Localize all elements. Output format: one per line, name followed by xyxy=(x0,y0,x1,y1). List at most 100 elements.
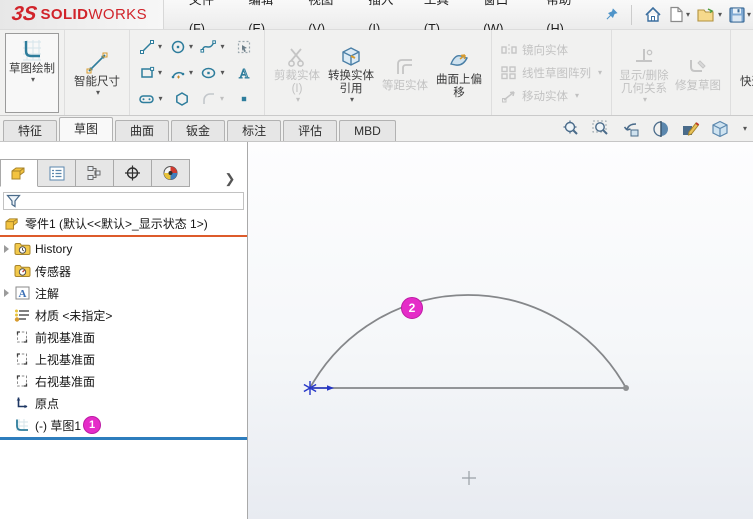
tab-evaluate[interactable]: 评估 xyxy=(283,120,338,141)
circle-tool-dropdown[interactable]: ▾ xyxy=(189,42,193,51)
spline-tool-dropdown[interactable]: ▾ xyxy=(220,42,224,51)
quick-snaps-button[interactable]: 快速捕捉 ▾ xyxy=(736,47,753,98)
display-delete-relations-dropdown[interactable]: ▾ xyxy=(643,95,647,104)
smart-dimension-icon xyxy=(85,50,109,76)
filter-funnel-icon xyxy=(6,194,21,208)
offset-on-surface-button[interactable]: 曲面上偏移 xyxy=(432,45,486,101)
feature-tree: 零件1 (默认<<默认>_显示状态 1>) History 传感器 A 注解 材… xyxy=(0,212,247,436)
panel-expand-chevron[interactable]: ❯ xyxy=(213,171,247,187)
tab-sheet-metal[interactable]: 钣金 xyxy=(171,120,226,141)
configuration-manager-tab[interactable] xyxy=(76,159,114,187)
line-tool[interactable]: ▾ xyxy=(135,34,166,60)
display-delete-relations-label: 显示/删除几何关系 xyxy=(619,69,669,95)
offset-entities-button[interactable]: 等距实体 xyxy=(378,51,432,94)
linear-pattern-button[interactable]: 线性草图阵列 ▾ xyxy=(501,65,602,81)
move-entities-dropdown[interactable]: ▾ xyxy=(575,91,579,100)
home-button[interactable] xyxy=(642,4,664,25)
convert-entities-dropdown[interactable]: ▾ xyxy=(350,95,354,104)
arc-tool-dropdown[interactable]: ▾ xyxy=(189,68,193,77)
save-button[interactable]: ▾ xyxy=(727,5,753,25)
previous-view-icon[interactable] xyxy=(622,120,641,138)
expand-arrow-icon[interactable] xyxy=(0,245,13,253)
fillet-tool[interactable]: ▾ xyxy=(197,86,228,112)
rectangle-tool[interactable]: ▾ xyxy=(135,60,166,86)
open-document-button[interactable]: ▾ xyxy=(695,5,724,25)
convert-entities-button[interactable]: 转换实体引用 ▾ xyxy=(324,41,378,105)
tab-surfaces[interactable]: 曲面 xyxy=(115,120,170,141)
rollback-bar[interactable] xyxy=(0,437,247,440)
tab-annotation[interactable]: 标注 xyxy=(227,120,282,141)
new-document-dropdown[interactable]: ▾ xyxy=(686,10,690,19)
repair-sketch-button[interactable]: 修复草图 xyxy=(671,51,725,94)
linear-pattern-label: 线性草图阵列 xyxy=(522,67,591,80)
tree-item-history[interactable]: History xyxy=(0,238,247,260)
sketch-draw-dropdown[interactable]: ▾ xyxy=(31,75,35,84)
tree-item-sketch1[interactable]: (-) 草图1 1 xyxy=(0,414,247,436)
edit-appearance-icon[interactable] xyxy=(681,120,700,138)
mirror-entities-label: 镜向实体 xyxy=(522,44,568,57)
tree-item-right-plane[interactable]: 右视基准面 xyxy=(0,370,247,392)
tree-item-sensors[interactable]: 传感器 xyxy=(0,260,247,282)
select-region-tool[interactable] xyxy=(228,34,259,60)
tree-item-top-plane[interactable]: 上视基准面 xyxy=(0,348,247,370)
new-document-button[interactable]: ▾ xyxy=(667,4,692,25)
slot-tool[interactable]: ▾ xyxy=(135,86,166,112)
point-tool[interactable] xyxy=(228,86,259,112)
text-tool[interactable]: A xyxy=(228,60,259,86)
save-dropdown[interactable]: ▾ xyxy=(747,10,751,19)
trim-entities-button[interactable]: 剪裁实体(I) ▾ xyxy=(270,41,324,105)
root-part-label: 零件1 (默认<<默认>_显示状态 1>) xyxy=(25,216,208,231)
zoom-fit-icon[interactable] xyxy=(562,120,581,138)
offset-entities-label: 等距实体 xyxy=(382,80,428,92)
ellipse-tool-dropdown[interactable]: ▾ xyxy=(220,68,224,77)
tab-mbd[interactable]: MBD xyxy=(339,120,396,141)
mirror-entities-button[interactable]: 镜向实体 xyxy=(501,42,602,58)
display-style-icon[interactable] xyxy=(711,120,730,138)
graphics-viewport[interactable]: 2 xyxy=(248,142,753,519)
tree-filter-field[interactable] xyxy=(3,192,244,210)
property-manager-tab[interactable] xyxy=(38,159,76,187)
quick-snaps-label: 快速捕捉 xyxy=(740,76,753,88)
tree-root-part[interactable]: 零件1 (默认<<默认>_显示状态 1>) xyxy=(0,212,247,234)
sensors-label: 传感器 xyxy=(35,264,72,279)
linear-pattern-dropdown[interactable]: ▾ xyxy=(598,68,602,77)
sketch-arc[interactable] xyxy=(309,294,627,389)
trim-entities-dropdown[interactable]: ▾ xyxy=(296,95,300,104)
open-document-dropdown[interactable]: ▾ xyxy=(718,10,722,19)
tab-features[interactable]: 特征 xyxy=(3,120,58,141)
tree-item-front-plane[interactable]: 前视基准面 xyxy=(0,326,247,348)
zoom-area-icon[interactable] xyxy=(592,120,611,138)
reference-plane-icon xyxy=(13,373,31,389)
pin-menu-icon[interactable] xyxy=(602,5,621,24)
tree-item-origin[interactable]: 原点 xyxy=(0,392,247,414)
arc-tool[interactable]: ▾ xyxy=(166,60,197,86)
ribbon-group-pattern: 镜向实体 线性草图阵列 ▾ 移动实体 ▾ xyxy=(492,30,613,115)
polygon-tool[interactable] xyxy=(166,86,197,112)
tab-sketch[interactable]: 草图 xyxy=(59,117,114,141)
rectangle-tool-dropdown[interactable]: ▾ xyxy=(158,68,162,77)
section-view-icon[interactable] xyxy=(652,120,670,138)
tree-item-material[interactable]: 材质 <未指定> xyxy=(0,304,247,326)
display-manager-tab[interactable] xyxy=(152,159,190,187)
sketch-endpoint[interactable] xyxy=(623,385,629,391)
ellipse-tool[interactable]: ▾ xyxy=(197,60,228,86)
smart-dimension-button[interactable]: 智能尺寸 ▾ xyxy=(70,47,124,98)
display-style-dropdown[interactable]: ▾ xyxy=(743,125,747,133)
expand-arrow-icon[interactable] xyxy=(0,289,13,297)
material-label: 材质 <未指定> xyxy=(35,308,113,323)
sketch-draw-button[interactable]: 草图绘制 ▾ xyxy=(5,32,59,113)
svg-text:A: A xyxy=(18,288,26,300)
fillet-tool-dropdown[interactable]: ▾ xyxy=(220,94,224,103)
line-tool-dropdown[interactable]: ▾ xyxy=(158,42,162,51)
move-entities-button[interactable]: 移动实体 ▾ xyxy=(501,88,602,104)
circle-tool[interactable]: ▾ xyxy=(166,34,197,60)
sketch-entity-grid: ▾ ▾ ▾ ▾ ▾ ▾ A ▾ ▾ xyxy=(135,34,259,112)
spline-tool[interactable]: ▾ xyxy=(197,34,228,60)
dimxpert-manager-tab[interactable] xyxy=(114,159,152,187)
feature-manager-tab[interactable] xyxy=(0,159,38,187)
reference-plane-icon xyxy=(13,351,31,367)
smart-dimension-dropdown[interactable]: ▾ xyxy=(96,89,100,97)
slot-tool-dropdown[interactable]: ▾ xyxy=(158,94,162,103)
tree-item-annotations[interactable]: A 注解 xyxy=(0,282,247,304)
display-delete-relations-button[interactable]: 显示/删除几何关系 ▾ xyxy=(617,41,671,105)
